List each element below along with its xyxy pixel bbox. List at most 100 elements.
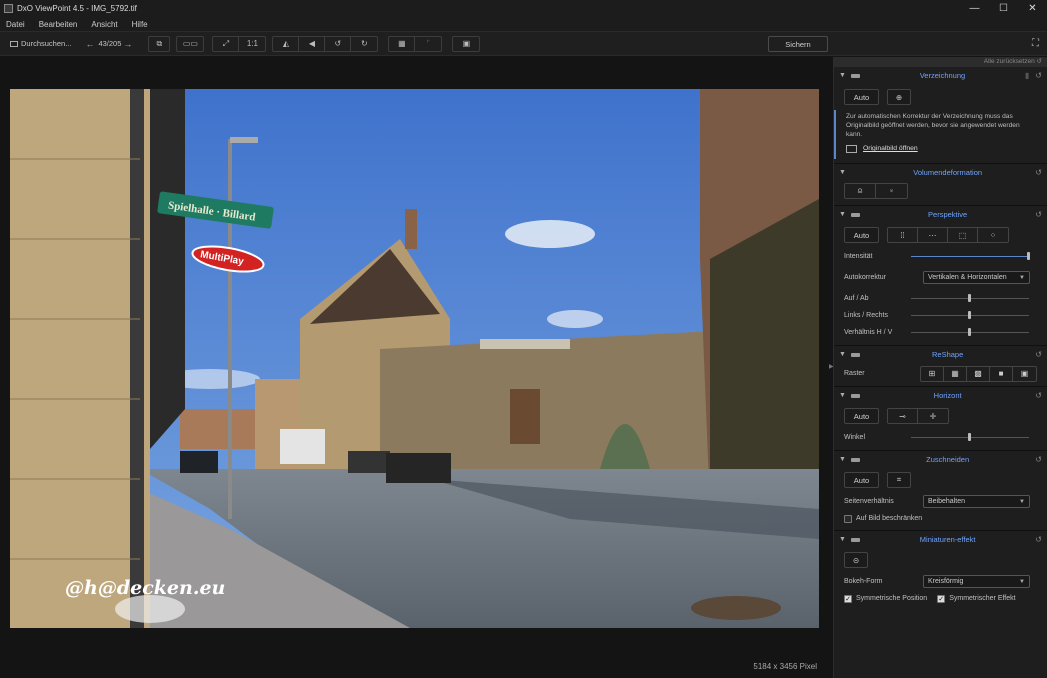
transform-group: ◭ ◀ ↺ ↻: [272, 35, 379, 52]
angle-slider[interactable]: [911, 433, 1029, 441]
eight-point-icon[interactable]: ⁘: [978, 228, 1008, 242]
restrict-checkbox[interactable]: [844, 514, 852, 523]
section-volume: ▼ Volumendeformation ↺ ⍝ ⍤: [834, 164, 1047, 206]
sym-position-checkbox[interactable]: ✓: [844, 594, 852, 603]
tilt-shift-icon[interactable]: ⊝: [844, 552, 868, 568]
auto-button[interactable]: Auto: [844, 408, 879, 424]
enable-toggle[interactable]: [851, 212, 860, 217]
compare-icon[interactable]: ⧉: [149, 37, 169, 51]
horizon-line-icon[interactable]: ⊸: [888, 409, 918, 423]
collapse-icon[interactable]: ▼: [839, 536, 848, 543]
menu-bearbeiten[interactable]: Bearbeiten: [39, 20, 78, 29]
save-button[interactable]: Sichern: [768, 36, 828, 52]
auto-button[interactable]: Auto: [844, 89, 879, 105]
maximize-button[interactable]: ☐: [989, 0, 1018, 17]
delete-icon[interactable]: ▮: [1025, 71, 1029, 80]
split-view-icon[interactable]: ▭▭: [177, 37, 203, 51]
collapse-icon[interactable]: ▼: [839, 72, 848, 79]
grid-4x4-icon[interactable]: ▩: [967, 366, 990, 381]
reset-icon[interactable]: ↺: [1035, 391, 1042, 400]
enable-toggle[interactable]: [851, 537, 860, 542]
browse-label: Durchsuchen...: [21, 39, 72, 48]
menu-ansicht[interactable]: Ansicht: [91, 20, 117, 29]
grid-icon[interactable]: ▦: [389, 36, 416, 51]
up-down-label: Auf / Ab: [844, 295, 869, 302]
fullscreen-icon[interactable]: ⛶: [1032, 38, 1039, 49]
volume-sphere-icon[interactable]: ⍤: [876, 184, 907, 198]
collapse-icon[interactable]: ▼: [839, 351, 848, 358]
up-down-slider[interactable]: [911, 294, 1029, 302]
grid-custom-icon[interactable]: ▣: [1013, 367, 1036, 381]
browse-button[interactable]: Durchsuchen...: [10, 39, 71, 48]
autocorrection-dropdown[interactable]: Vertikalen & Horizontalen ▼: [923, 271, 1030, 284]
next-image-icon[interactable]: →: [123, 39, 132, 49]
intensity-slider[interactable]: [911, 252, 1030, 260]
reset-icon[interactable]: ↺: [1035, 168, 1042, 177]
section-header[interactable]: ▼ Verzeichnung ▮ ↺: [834, 67, 1047, 84]
rotate-left-icon[interactable]: ↺: [325, 36, 352, 51]
title-bar: DxO ViewPoint 4.5 - IMG_5792.tif — ☐ ✕: [0, 0, 1047, 17]
pixel-info: 5184 x 3456 Pixel: [753, 662, 817, 671]
left-right-slider[interactable]: [911, 311, 1029, 319]
panel-collapse-handle[interactable]: ▶: [829, 363, 834, 371]
section-header[interactable]: ▼ ReShape ↺: [834, 346, 1047, 363]
collapse-icon[interactable]: ▼: [839, 392, 848, 399]
preset-icon[interactable]: ▣: [453, 37, 479, 51]
guides-icon[interactable]: ⌜: [415, 37, 441, 51]
angle-label: Winkel: [844, 434, 866, 441]
section-title: Zuschneiden: [926, 455, 970, 464]
bokeh-dropdown[interactable]: Kreisförmig ▼: [923, 575, 1030, 588]
open-original-link[interactable]: Originalbild öffnen: [863, 144, 918, 153]
collapse-icon[interactable]: ▼: [839, 211, 848, 218]
image-viewer[interactable]: Spielhalle · Billard MultiPlay @h@decken…: [0, 57, 830, 678]
fit-screen-icon[interactable]: ⤢: [213, 36, 240, 51]
minimize-button[interactable]: —: [960, 0, 989, 17]
reset-icon: ↺: [1036, 58, 1042, 65]
enable-toggle[interactable]: [851, 73, 860, 78]
crop-icon[interactable]: ⌗: [887, 472, 911, 488]
menu-hilfe[interactable]: Hilfe: [132, 20, 148, 29]
correction-panel: Alle zurücksetzen ↺ ▼ Verzeichnung ▮ ↺ A…: [833, 57, 1047, 678]
prev-image-icon[interactable]: ←: [85, 39, 94, 49]
reset-icon[interactable]: ↺: [1035, 535, 1042, 544]
distortion-icon[interactable]: ⊕: [887, 89, 911, 105]
reset-icon[interactable]: ↺: [1035, 71, 1042, 80]
reset-icon[interactable]: ↺: [1035, 350, 1042, 359]
section-header[interactable]: ▼ Miniaturen-effekt ↺: [834, 531, 1047, 548]
reset-all-label: Alle zurücksetzen: [983, 58, 1035, 65]
horizontal-lines-icon[interactable]: ⋯: [918, 228, 948, 242]
auto-button[interactable]: Auto: [844, 472, 879, 488]
section-distortion: ▼ Verzeichnung ▮ ↺ Auto ⊕ Zur automatisc…: [834, 67, 1047, 164]
reset-all-button[interactable]: Alle zurücksetzen ↺: [834, 57, 1047, 67]
section-header[interactable]: ▼ Zuschneiden ↺: [834, 451, 1047, 468]
horizon-point-icon[interactable]: ✛: [918, 409, 948, 423]
menu-datei[interactable]: Datei: [6, 20, 25, 29]
section-header[interactable]: ▼ Perspektive ↺: [834, 206, 1047, 223]
grid-2x2-icon[interactable]: ⊞: [921, 366, 944, 381]
enable-toggle[interactable]: [851, 352, 860, 357]
close-button[interactable]: ✕: [1018, 0, 1047, 17]
reset-icon[interactable]: ↺: [1035, 455, 1042, 464]
grid-fill-icon[interactable]: ■: [990, 366, 1013, 381]
ratio-slider[interactable]: [911, 328, 1029, 336]
aspect-ratio-dropdown[interactable]: Beibehalten ▼: [923, 495, 1030, 508]
collapse-icon[interactable]: ▼: [839, 456, 848, 463]
section-header[interactable]: ▼ Horizont ↺: [834, 387, 1047, 404]
flip-vertical-icon[interactable]: ◀: [299, 36, 326, 51]
section-reshape: ▼ ReShape ↺ Raster ⊞ ▦ ▩ ■ ▣: [834, 346, 1047, 387]
rectangle-icon[interactable]: ⬚: [948, 228, 978, 242]
enable-toggle[interactable]: [851, 393, 860, 398]
auto-button[interactable]: Auto: [844, 227, 879, 243]
section-header[interactable]: ▼ Volumendeformation ↺: [834, 164, 1047, 181]
flip-horizontal-icon[interactable]: ◭: [273, 36, 300, 51]
reset-icon[interactable]: ↺: [1035, 210, 1042, 219]
zoom-1-1-button[interactable]: 1:1: [239, 37, 265, 51]
sym-effect-checkbox[interactable]: ✓: [937, 594, 946, 603]
volume-cylinder-icon[interactable]: ⍝: [845, 184, 877, 198]
collapse-icon[interactable]: ▼: [839, 169, 848, 176]
vertical-lines-icon[interactable]: ⁞⁞: [888, 228, 918, 242]
aspect-ratio-value: Beibehalten: [928, 498, 965, 505]
rotate-right-icon[interactable]: ↻: [351, 37, 377, 51]
grid-3x3-icon[interactable]: ▦: [944, 366, 967, 381]
enable-toggle[interactable]: [851, 457, 860, 462]
